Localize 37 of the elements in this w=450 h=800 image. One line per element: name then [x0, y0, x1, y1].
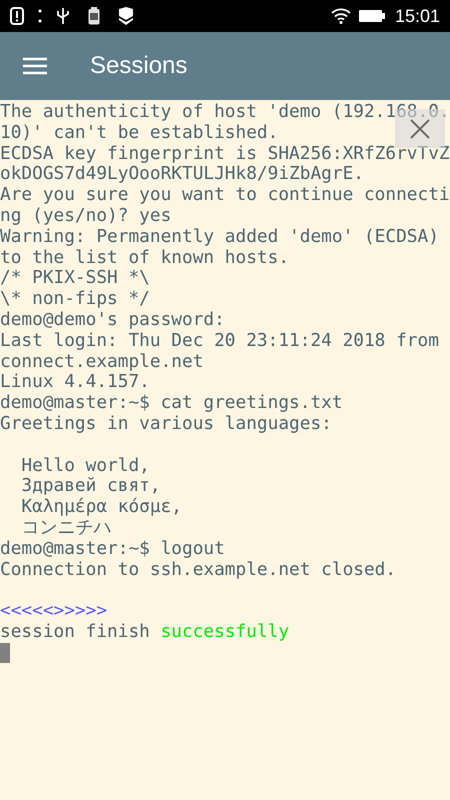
close-icon [410, 118, 430, 138]
shield-icon [118, 7, 134, 25]
clock-text: 15:01 [394, 4, 440, 28]
more-icon [38, 9, 42, 23]
terminal-text: Hello world, [20, 454, 150, 476]
terminal-text: to the list of known hosts. [0, 246, 290, 268]
terminal-text: okDOGS7d49LyOooRKTULJHk8/9iZbAgrE. [0, 163, 364, 184]
menu-icon [23, 57, 47, 75]
terminal-text: session finish [0, 620, 151, 642]
terminal-text: 10)' can't be established. [0, 122, 278, 143]
terminal-text: ECDSA key fingerprint is SHA256:XRfZ6rvTvZ [0, 142, 450, 164]
terminal-text: successfully [160, 620, 290, 642]
terminal-text: demo@master:~$ cat greetings.txt [0, 392, 343, 414]
terminal-text: connect.example.net [0, 350, 204, 372]
usb-icon [56, 7, 70, 25]
terminal-text: \* non-fips */ [0, 288, 150, 310]
terminal-text: ng (yes/no)? yes [0, 204, 172, 226]
alert-icon [10, 7, 24, 25]
terminal-text: <<<<<>>>>> [0, 600, 108, 622]
terminal-text: demo@demo's password: [0, 308, 225, 330]
terminal-text: Last login: Thu Dec 20 23:11:24 2018 from [0, 330, 439, 351]
terminal-text: Linux 4.4.157. [0, 371, 150, 392]
terminal-text: Warning: Permanently added 'demo' (ECDSA) [0, 226, 439, 247]
terminal-text: demo@master:~$ logout [0, 538, 225, 559]
toolbar-title: Sessions [90, 51, 188, 81]
terminal-text: Are you sure you want to continue connecti [0, 184, 450, 206]
terminal-text: The authenticity of host 'demo (192.168.0. [0, 101, 450, 122]
terminal-text: Здравей свят, [20, 475, 161, 496]
terminal-text: /* PKIX-SSH *\ [0, 267, 150, 288]
battery-icon [358, 9, 385, 23]
terminal-text: Greetings in various languages: [0, 412, 332, 434]
cursor [0, 642, 10, 663]
terminal-text: Καλημέρα κόσμε, [20, 496, 182, 518]
terminal-text: コンニチハ [20, 516, 112, 538]
battery-icon [88, 7, 100, 25]
wifi-icon [330, 8, 351, 24]
terminal-text: Connection to ssh.example.net closed. [0, 558, 396, 580]
